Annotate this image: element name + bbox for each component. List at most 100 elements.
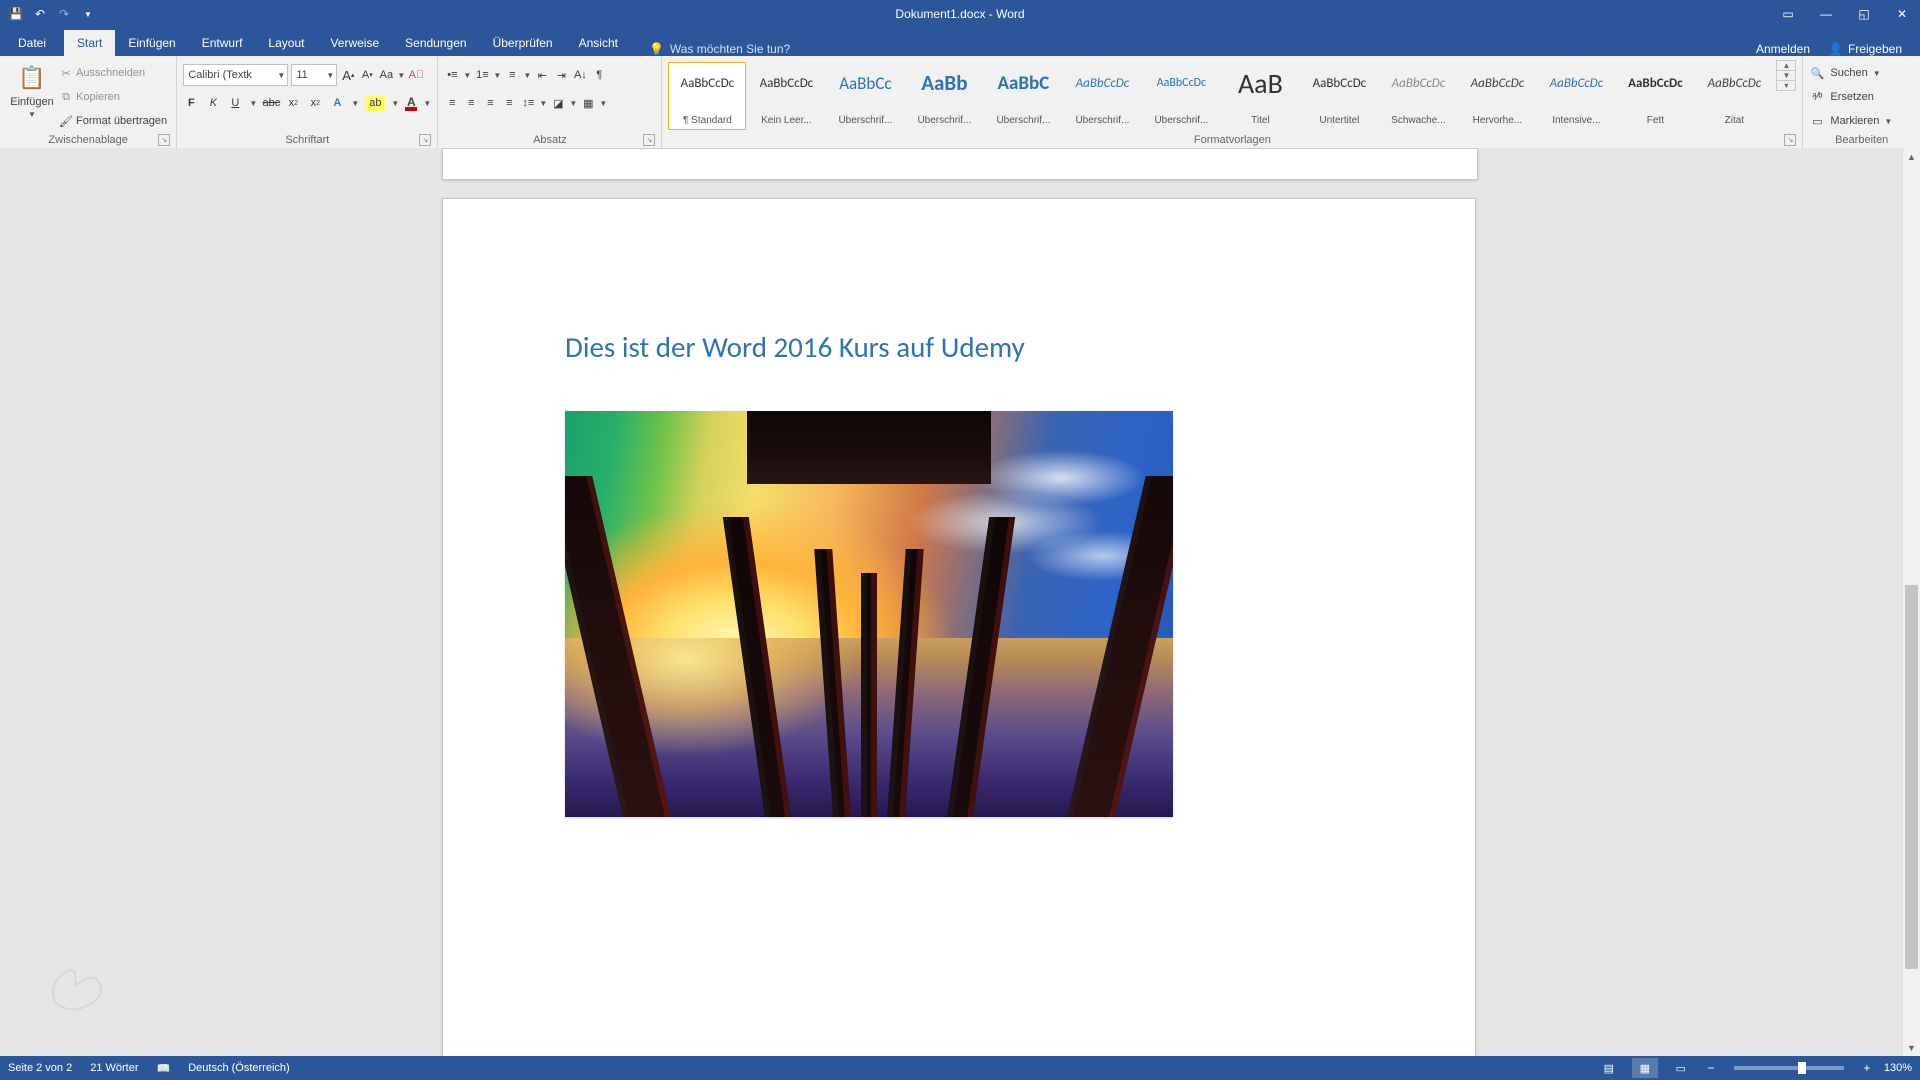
style--standard[interactable]: AaBbCcDc¶ Standard: [668, 62, 746, 130]
style--berschrif-[interactable]: AaBbÜberschrif...: [905, 62, 983, 130]
tab-view[interactable]: Ansicht: [566, 30, 631, 56]
chevron-down-icon[interactable]: ▼: [569, 99, 577, 108]
document-image-pier-sunset[interactable]: [565, 411, 1173, 817]
align-left-icon[interactable]: ≡: [444, 95, 460, 111]
zoom-out-icon[interactable]: −: [1704, 1061, 1718, 1075]
ribbon-display-icon[interactable]: ▭: [1770, 0, 1806, 28]
font-size-box[interactable]: 11▼: [291, 64, 337, 86]
subscript-icon[interactable]: x2: [285, 95, 301, 111]
tab-insert[interactable]: Einfügen: [115, 30, 188, 56]
vertical-scrollbar[interactable]: ▲ ▼: [1902, 148, 1920, 1056]
find-button[interactable]: 🔍Suchen▼: [1809, 62, 1880, 84]
page-2[interactable]: Dies ist der Word 2016 Kurs auf Udemy: [442, 198, 1476, 1056]
numbering-icon[interactable]: 1≡: [474, 67, 490, 83]
style--berschrif-[interactable]: AaBbCcDcÜberschrif...: [1063, 62, 1141, 130]
justify-icon[interactable]: ≡: [501, 95, 517, 111]
save-icon[interactable]: 💾: [8, 6, 24, 22]
document-heading[interactable]: Dies ist der Word 2016 Kurs auf Udemy: [565, 329, 1353, 365]
style-titel[interactable]: AaBTitel: [1221, 62, 1299, 130]
tell-me[interactable]: 💡 Was möchten Sie tun?: [649, 42, 790, 56]
decrease-indent-icon[interactable]: ⇤: [534, 67, 550, 83]
align-center-icon[interactable]: ≡: [463, 95, 479, 111]
text-effects-icon[interactable]: A: [329, 95, 345, 111]
style-intensive-[interactable]: AaBbCcDcIntensive...: [1537, 62, 1615, 130]
shading-icon[interactable]: ◪: [550, 95, 566, 111]
chevron-down-icon[interactable]: ▼: [539, 99, 547, 108]
style--berschrif-[interactable]: AaBbCcÜberschrif...: [826, 62, 904, 130]
chevron-down-icon[interactable]: ▼: [423, 99, 431, 108]
style-untertitel[interactable]: AaBbCcDcUntertitel: [1300, 62, 1378, 130]
view-web-icon[interactable]: ▭: [1668, 1058, 1694, 1078]
tab-start[interactable]: Start: [64, 30, 115, 56]
view-read-icon[interactable]: ▤: [1596, 1058, 1622, 1078]
undo-icon[interactable]: ↶: [32, 6, 48, 22]
view-print-icon[interactable]: ▦: [1632, 1058, 1658, 1078]
font-color-icon[interactable]: A: [405, 95, 417, 111]
tab-layout[interactable]: Layout: [255, 30, 317, 56]
chevron-down-icon[interactable]: ▼: [397, 71, 405, 80]
select-button[interactable]: ▭Markieren▼: [1809, 110, 1892, 132]
status-spellcheck-icon[interactable]: 📖: [157, 1062, 171, 1075]
close-icon[interactable]: ✕: [1884, 0, 1920, 28]
zoom-level[interactable]: 130%: [1884, 1062, 1912, 1074]
superscript-icon[interactable]: x2: [307, 95, 323, 111]
align-right-icon[interactable]: ≡: [482, 95, 498, 111]
tab-file[interactable]: Datei: [0, 30, 64, 56]
format-painter-button[interactable]: 🖌Format übertragen: [58, 110, 167, 132]
gallery-down-icon[interactable]: ▼: [1777, 71, 1795, 81]
tab-references[interactable]: Verweise: [317, 30, 392, 56]
bullets-icon[interactable]: •≡: [444, 67, 460, 83]
scroll-down-icon[interactable]: ▼: [1903, 1039, 1920, 1056]
line-spacing-icon[interactable]: ↕≡: [520, 95, 536, 111]
dialog-launcher-icon[interactable]: ↘: [1784, 134, 1796, 146]
grow-font-icon[interactable]: A▴: [340, 67, 356, 83]
status-words[interactable]: 21 Wörter: [90, 1062, 138, 1074]
copy-button[interactable]: ⧉Kopieren: [58, 86, 167, 108]
sort-icon[interactable]: A↓: [572, 67, 588, 83]
zoom-slider[interactable]: [1734, 1066, 1844, 1070]
tab-draft[interactable]: Entwurf: [189, 30, 256, 56]
tab-review[interactable]: Überprüfen: [480, 30, 566, 56]
redo-icon[interactable]: ↷: [56, 6, 72, 22]
gallery-up-icon[interactable]: ▲: [1777, 61, 1795, 71]
gallery-more-icon[interactable]: ▾: [1777, 81, 1795, 90]
style--berschrif-[interactable]: AaBbCÜberschrif...: [984, 62, 1062, 130]
clear-formatting-icon[interactable]: A⃠: [408, 67, 424, 83]
scroll-thumb[interactable]: [1905, 585, 1918, 970]
dialog-launcher-icon[interactable]: ↘: [158, 134, 170, 146]
chevron-down-icon[interactable]: ▼: [326, 71, 334, 80]
highlight-icon[interactable]: ab: [365, 95, 385, 111]
style-schwache-[interactable]: AaBbCcDcSchwache...: [1379, 62, 1457, 130]
chevron-down-icon[interactable]: ▼: [599, 99, 607, 108]
paste-button[interactable]: 📋 Einfügen ▼: [6, 60, 58, 121]
share-button[interactable]: 👤Freigeben: [1828, 42, 1902, 56]
chevron-down-icon[interactable]: ▼: [351, 99, 359, 108]
status-language[interactable]: Deutsch (Österreich): [188, 1062, 289, 1074]
italic-icon[interactable]: K: [205, 95, 221, 111]
minimize-icon[interactable]: —: [1808, 0, 1844, 28]
maximize-icon[interactable]: ◱: [1846, 0, 1882, 28]
page-1-tail[interactable]: [442, 148, 1478, 180]
tab-mailings[interactable]: Sendungen: [392, 30, 479, 56]
zoom-in-icon[interactable]: +: [1860, 1061, 1874, 1075]
increase-indent-icon[interactable]: ⇥: [553, 67, 569, 83]
shrink-font-icon[interactable]: A▾: [359, 67, 375, 83]
chevron-down-icon[interactable]: ▼: [391, 99, 399, 108]
show-marks-icon[interactable]: ¶: [591, 67, 607, 83]
cut-button[interactable]: ✂Ausschneiden: [58, 62, 167, 84]
replace-button[interactable]: ᵃ⁄ᵇErsetzen: [1809, 86, 1873, 108]
multilevel-icon[interactable]: ≡: [504, 67, 520, 83]
style-kein-leer-[interactable]: AaBbCcDcKein Leer...: [747, 62, 825, 130]
chevron-down-icon[interactable]: ▼: [523, 71, 531, 80]
style-fett[interactable]: AaBbCcDcFett: [1616, 62, 1694, 130]
scroll-up-icon[interactable]: ▲: [1903, 148, 1920, 165]
style-zitat[interactable]: AaBbCcDcZitat: [1695, 62, 1773, 130]
dialog-launcher-icon[interactable]: ↘: [643, 134, 655, 146]
chevron-down-icon[interactable]: ▼: [249, 99, 257, 108]
chevron-down-icon[interactable]: ▼: [463, 71, 471, 80]
style--berschrif-[interactable]: AaBbCcDcÜberschrif...: [1142, 62, 1220, 130]
status-page[interactable]: Seite 2 von 2: [8, 1062, 72, 1074]
font-name-box[interactable]: Calibri (Textk▼: [183, 64, 288, 86]
chevron-down-icon[interactable]: ▼: [277, 71, 285, 80]
dialog-launcher-icon[interactable]: ↘: [419, 134, 431, 146]
